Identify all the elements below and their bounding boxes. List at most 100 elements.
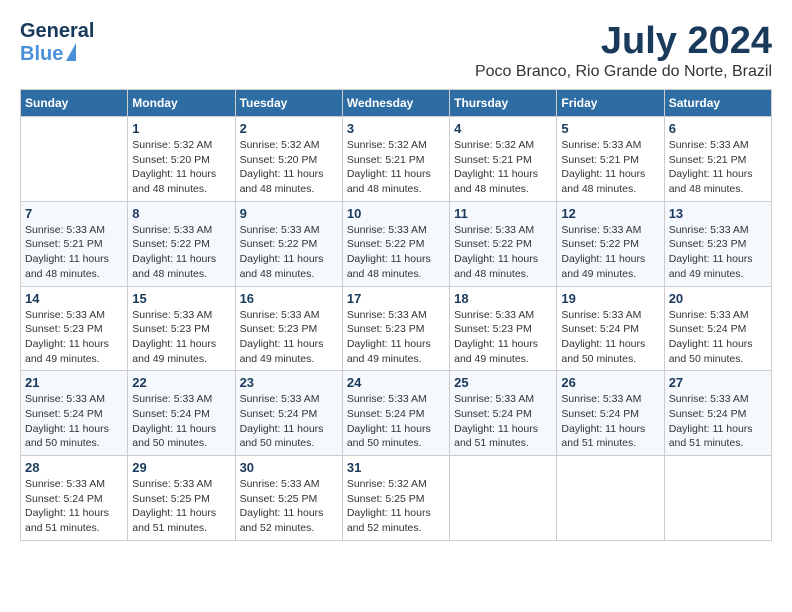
calendar-cell: 29Sunrise: 5:33 AM Sunset: 5:25 PM Dayli… xyxy=(128,456,235,541)
logo: General Blue xyxy=(20,20,94,66)
day-number: 6 xyxy=(669,121,767,136)
calendar-cell: 6 Sunrise: 5:33 AM Sunset: 5:21 PM Daylig… xyxy=(664,117,771,202)
calendar-cell: 4 Sunrise: 5:32 AM Sunset: 5:21 PM Daylig… xyxy=(450,117,557,202)
calendar-cell: 22 Sunrise: 5:33 AM Sunset: 5:24 PM Dayli… xyxy=(128,371,235,456)
calendar-cell: 23 Sunrise: 5:33 AM Sunset: 5:24 PM Dayli… xyxy=(235,371,342,456)
calendar-header-row: SundayMondayTuesdayWednesdayThursdayFrid… xyxy=(21,90,772,117)
day-number: 5 xyxy=(561,121,659,136)
day-info: Sunrise: 5:33 AM Sunset: 5:24 PM Dayligh… xyxy=(240,392,338,451)
day-number: 15 xyxy=(132,291,230,306)
calendar-cell: 31 Sunrise: 5:32 AM Sunset: 5:25 PM Dayli… xyxy=(342,456,449,541)
column-header-sunday: Sunday xyxy=(21,90,128,117)
calendar-cell: 9 Sunrise: 5:33 AM Sunset: 5:22 PM Daylig… xyxy=(235,201,342,286)
calendar-week-4: 21Sunrise: 5:33 AM Sunset: 5:24 PM Dayli… xyxy=(21,371,772,456)
day-number: 3 xyxy=(347,121,445,136)
day-number: 30 xyxy=(240,460,338,475)
calendar-cell: 15 Sunrise: 5:33 AM Sunset: 5:23 PM Dayli… xyxy=(128,286,235,371)
title-area: July 2024 Poco Branco, Rio Grande do Nor… xyxy=(475,20,772,81)
day-info: Sunrise: 5:33 AM Sunset: 5:21 PM Dayligh… xyxy=(25,223,123,282)
page-header: General Blue July 2024 Poco Branco, Rio … xyxy=(20,20,772,81)
day-info: Sunrise: 5:32 AM Sunset: 5:20 PM Dayligh… xyxy=(132,138,230,197)
calendar-cell: 8 Sunrise: 5:33 AM Sunset: 5:22 PM Daylig… xyxy=(128,201,235,286)
calendar-week-5: 28 Sunrise: 5:33 AM Sunset: 5:24 PM Dayli… xyxy=(21,456,772,541)
day-info: Sunrise: 5:33 AM Sunset: 5:25 PM Dayligh… xyxy=(240,477,338,536)
logo-triangle-icon xyxy=(66,43,76,61)
calendar-cell: 18 Sunrise: 5:33 AM Sunset: 5:23 PM Dayli… xyxy=(450,286,557,371)
day-info: Sunrise: 5:33 AM Sunset: 5:22 PM Dayligh… xyxy=(561,223,659,282)
column-header-friday: Friday xyxy=(557,90,664,117)
calendar-cell xyxy=(664,456,771,541)
month-title: July 2024 xyxy=(475,20,772,63)
day-info: Sunrise: 5:33 AM Sunset: 5:23 PM Dayligh… xyxy=(454,308,552,367)
day-info: Sunrise: 5:33 AM Sunset: 5:23 PM Dayligh… xyxy=(347,308,445,367)
calendar-week-1: 1Sunrise: 5:32 AM Sunset: 5:20 PM Daylig… xyxy=(21,117,772,202)
day-info: Sunrise: 5:32 AM Sunset: 5:20 PM Dayligh… xyxy=(240,138,338,197)
day-info: Sunrise: 5:33 AM Sunset: 5:23 PM Dayligh… xyxy=(240,308,338,367)
day-number: 29 xyxy=(132,460,230,475)
calendar-cell: 2 Sunrise: 5:32 AM Sunset: 5:20 PM Daylig… xyxy=(235,117,342,202)
day-info: Sunrise: 5:33 AM Sunset: 5:24 PM Dayligh… xyxy=(25,392,123,451)
column-header-thursday: Thursday xyxy=(450,90,557,117)
day-info: Sunrise: 5:33 AM Sunset: 5:24 PM Dayligh… xyxy=(561,392,659,451)
calendar-cell: 19Sunrise: 5:33 AM Sunset: 5:24 PM Dayli… xyxy=(557,286,664,371)
column-header-saturday: Saturday xyxy=(664,90,771,117)
day-info: Sunrise: 5:32 AM Sunset: 5:25 PM Dayligh… xyxy=(347,477,445,536)
calendar-table: SundayMondayTuesdayWednesdayThursdayFrid… xyxy=(20,89,772,541)
day-info: Sunrise: 5:33 AM Sunset: 5:23 PM Dayligh… xyxy=(669,223,767,282)
day-number: 26 xyxy=(561,375,659,390)
calendar-cell: 25 Sunrise: 5:33 AM Sunset: 5:24 PM Dayli… xyxy=(450,371,557,456)
calendar-cell: 14 Sunrise: 5:33 AM Sunset: 5:23 PM Dayli… xyxy=(21,286,128,371)
calendar-cell: 5 Sunrise: 5:33 AM Sunset: 5:21 PM Daylig… xyxy=(557,117,664,202)
day-number: 14 xyxy=(25,291,123,306)
day-number: 28 xyxy=(25,460,123,475)
calendar-week-3: 14 Sunrise: 5:33 AM Sunset: 5:23 PM Dayli… xyxy=(21,286,772,371)
calendar-cell: 12 Sunrise: 5:33 AM Sunset: 5:22 PM Dayli… xyxy=(557,201,664,286)
calendar-cell: 7Sunrise: 5:33 AM Sunset: 5:21 PM Daylig… xyxy=(21,201,128,286)
column-header-wednesday: Wednesday xyxy=(342,90,449,117)
location-title: Poco Branco, Rio Grande do Norte, Brazil xyxy=(475,63,772,81)
calendar-cell: 24 Sunrise: 5:33 AM Sunset: 5:24 PM Dayli… xyxy=(342,371,449,456)
day-number: 23 xyxy=(240,375,338,390)
day-number: 31 xyxy=(347,460,445,475)
day-info: Sunrise: 5:33 AM Sunset: 5:22 PM Dayligh… xyxy=(347,223,445,282)
column-header-monday: Monday xyxy=(128,90,235,117)
day-number: 19 xyxy=(561,291,659,306)
calendar-cell: 10Sunrise: 5:33 AM Sunset: 5:22 PM Dayli… xyxy=(342,201,449,286)
day-info: Sunrise: 5:33 AM Sunset: 5:22 PM Dayligh… xyxy=(132,223,230,282)
calendar-cell: 27 Sunrise: 5:33 AM Sunset: 5:24 PM Dayli… xyxy=(664,371,771,456)
calendar-cell xyxy=(557,456,664,541)
day-number: 25 xyxy=(454,375,552,390)
day-number: 4 xyxy=(454,121,552,136)
column-header-tuesday: Tuesday xyxy=(235,90,342,117)
day-number: 22 xyxy=(132,375,230,390)
day-number: 27 xyxy=(669,375,767,390)
day-number: 2 xyxy=(240,121,338,136)
day-info: Sunrise: 5:32 AM Sunset: 5:21 PM Dayligh… xyxy=(454,138,552,197)
day-info: Sunrise: 5:33 AM Sunset: 5:21 PM Dayligh… xyxy=(561,138,659,197)
calendar-cell: 16Sunrise: 5:33 AM Sunset: 5:23 PM Dayli… xyxy=(235,286,342,371)
day-info: Sunrise: 5:33 AM Sunset: 5:24 PM Dayligh… xyxy=(25,477,123,536)
day-info: Sunrise: 5:33 AM Sunset: 5:24 PM Dayligh… xyxy=(132,392,230,451)
day-info: Sunrise: 5:32 AM Sunset: 5:21 PM Dayligh… xyxy=(347,138,445,197)
day-info: Sunrise: 5:33 AM Sunset: 5:24 PM Dayligh… xyxy=(347,392,445,451)
logo-general-text: General xyxy=(20,20,94,43)
day-number: 18 xyxy=(454,291,552,306)
calendar-cell xyxy=(21,117,128,202)
day-info: Sunrise: 5:33 AM Sunset: 5:21 PM Dayligh… xyxy=(669,138,767,197)
calendar-cell: 20Sunrise: 5:33 AM Sunset: 5:24 PM Dayli… xyxy=(664,286,771,371)
day-info: Sunrise: 5:33 AM Sunset: 5:23 PM Dayligh… xyxy=(25,308,123,367)
day-info: Sunrise: 5:33 AM Sunset: 5:23 PM Dayligh… xyxy=(132,308,230,367)
day-info: Sunrise: 5:33 AM Sunset: 5:24 PM Dayligh… xyxy=(454,392,552,451)
day-info: Sunrise: 5:33 AM Sunset: 5:22 PM Dayligh… xyxy=(240,223,338,282)
day-info: Sunrise: 5:33 AM Sunset: 5:24 PM Dayligh… xyxy=(669,308,767,367)
day-number: 9 xyxy=(240,206,338,221)
day-info: Sunrise: 5:33 AM Sunset: 5:22 PM Dayligh… xyxy=(454,223,552,282)
day-number: 8 xyxy=(132,206,230,221)
calendar-cell xyxy=(450,456,557,541)
day-info: Sunrise: 5:33 AM Sunset: 5:24 PM Dayligh… xyxy=(669,392,767,451)
logo-blue-text: Blue xyxy=(20,43,63,66)
day-number: 13 xyxy=(669,206,767,221)
calendar-week-2: 7Sunrise: 5:33 AM Sunset: 5:21 PM Daylig… xyxy=(21,201,772,286)
day-number: 24 xyxy=(347,375,445,390)
day-number: 12 xyxy=(561,206,659,221)
